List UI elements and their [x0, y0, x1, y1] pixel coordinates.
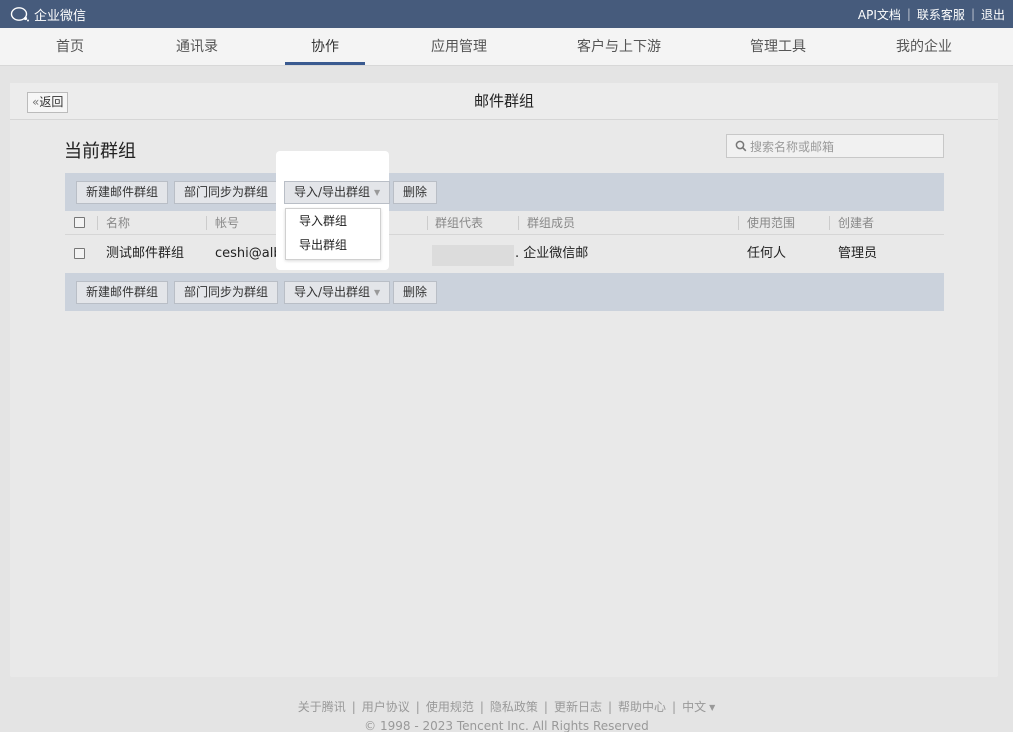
nav-item-contacts[interactable]: 通讯录	[176, 28, 218, 66]
delete-button[interactable]: 删除	[393, 281, 438, 304]
divider: |	[351, 700, 356, 714]
divider: |	[543, 700, 548, 714]
footer-link-help[interactable]: 帮助中心	[618, 700, 666, 714]
divider: |	[415, 700, 420, 714]
divider: |	[906, 7, 911, 21]
footer-link-changelog[interactable]: 更新日志	[554, 700, 602, 714]
divider	[518, 216, 519, 230]
table-row[interactable]: 测试邮件群组 ceshi@alb.v . 企业微信邮 任何人 管理员	[65, 236, 944, 272]
caret-down-icon: ▼	[709, 703, 716, 712]
new-mail-group-button[interactable]: 新建邮件群组	[76, 281, 169, 304]
column-header-members[interactable]: 群组成员	[527, 211, 575, 235]
table-header: 名称 帐号 群组代表 群组成员 使用范围 创建者	[65, 211, 944, 235]
column-header-representative[interactable]: 群组代表	[435, 211, 483, 235]
caret-down-icon: ▼	[374, 188, 381, 197]
row-checkbox[interactable]	[74, 248, 85, 259]
back-button[interactable]: «返回	[27, 92, 69, 113]
brand-name: 企业微信	[34, 8, 87, 24]
language-selector[interactable]: 中文 ▼	[682, 700, 715, 714]
column-header-account[interactable]: 帐号	[215, 211, 239, 235]
new-mail-group-button[interactable]: 新建邮件群组	[76, 181, 169, 204]
group-name[interactable]: 测试邮件群组	[106, 236, 184, 272]
import-export-button[interactable]: 导入/导出群组 ▼	[284, 281, 391, 304]
section-title: 当前群组	[64, 141, 136, 162]
active-tab-underline	[285, 62, 365, 65]
import-export-button[interactable]: 导入/导出群组 ▼	[284, 181, 391, 204]
group-representative	[432, 245, 514, 266]
toolbar-top: 新建邮件群组 部门同步为群组 删除	[65, 173, 944, 211]
nav-item-home[interactable]: 首页	[56, 28, 84, 66]
divider: |	[607, 700, 613, 714]
menu-item-export-groups[interactable]: 导出群组	[286, 233, 380, 257]
wecom-logo-icon	[10, 7, 29, 22]
divider	[97, 216, 98, 230]
mail-groups-panel: 邮件群组 «返回 当前群组 搜索名称或邮箱 新建邮件群组 部门同步为群组 删除 …	[10, 83, 998, 677]
main-nav: 首页 通讯录 协作 应用管理 客户与上下游 管理工具 我的企业	[0, 28, 1013, 66]
nav-item-my-company[interactable]: 我的企业	[896, 28, 952, 66]
contact-support-link[interactable]: 联系客服	[917, 6, 965, 23]
divider: |	[479, 700, 484, 714]
top-links: API文档 | 联系客服 | 退出	[858, 6, 1005, 23]
divider: |	[672, 700, 677, 714]
top-bar: 企业微信 API文档 | 联系客服 | 退出	[0, 0, 1013, 28]
sync-department-button[interactable]: 部门同步为群组	[174, 181, 279, 204]
group-members: . 企业微信邮	[515, 246, 589, 261]
search-input[interactable]: 搜索名称或邮箱	[726, 134, 944, 158]
group-scope: 任何人	[747, 246, 787, 261]
logout-link[interactable]: 退出	[981, 6, 1005, 23]
divider	[738, 216, 739, 230]
footer: 关于腾讯 | 用户协议 | 使用规范 | 隐私政策 | 更新日志 | 帮助中心 | 中文 ▼ © 1998…	[0, 698, 1013, 732]
footer-link-privacy[interactable]: 隐私政策	[490, 700, 538, 714]
nav-item-app-management[interactable]: 应用管理	[431, 28, 487, 66]
group-creator: 管理员	[838, 246, 878, 261]
footer-links: 关于腾讯 | 用户协议 | 使用规范 | 隐私政策 | 更新日志 | 帮助中心 | 中文 ▼	[0, 698, 1013, 715]
import-export-label: 导入/导出群组	[294, 285, 371, 299]
column-header-scope[interactable]: 使用范围	[747, 211, 795, 235]
search-placeholder: 搜索名称或邮箱	[750, 139, 835, 154]
column-header-name[interactable]: 名称	[106, 211, 130, 235]
panel-header: 邮件群组 «返回	[10, 83, 998, 120]
select-all-checkbox[interactable]	[74, 217, 85, 228]
footer-link-usage-rules[interactable]: 使用规范	[426, 700, 474, 714]
divider	[427, 216, 428, 230]
menu-item-import-groups[interactable]: 导入群组	[286, 209, 380, 233]
import-export-menu: 导入群组 导出群组	[285, 208, 381, 260]
sync-department-button[interactable]: 部门同步为群组	[174, 281, 279, 304]
footer-link-user-agreement[interactable]: 用户协议	[362, 700, 410, 714]
language-label: 中文	[682, 700, 707, 714]
search-icon	[735, 140, 747, 152]
toolbar-bottom: 新建邮件群组 部门同步为群组 导入/导出群组 ▼ 删除	[65, 273, 944, 311]
caret-down-icon: ▼	[374, 288, 381, 297]
copyright: © 1998 - 2023 Tencent Inc. All Rights Re…	[364, 719, 649, 732]
nav-item-customers[interactable]: 客户与上下游	[577, 28, 661, 66]
footer-link-about[interactable]: 关于腾讯	[298, 700, 346, 714]
column-header-creator[interactable]: 创建者	[838, 211, 874, 235]
back-label: 返回	[39, 95, 64, 109]
nav-item-collaboration[interactable]: 协作	[311, 28, 339, 66]
divider	[829, 216, 830, 230]
delete-button[interactable]: 删除	[393, 181, 438, 204]
api-docs-link[interactable]: API文档	[858, 6, 901, 23]
divider: |	[970, 7, 975, 21]
divider	[206, 216, 207, 230]
page-title: 邮件群组	[473, 92, 534, 110]
nav-item-admin-tools[interactable]: 管理工具	[750, 28, 806, 66]
import-export-label: 导入/导出群组	[294, 185, 371, 199]
brand[interactable]: 企业微信	[10, 5, 86, 24]
